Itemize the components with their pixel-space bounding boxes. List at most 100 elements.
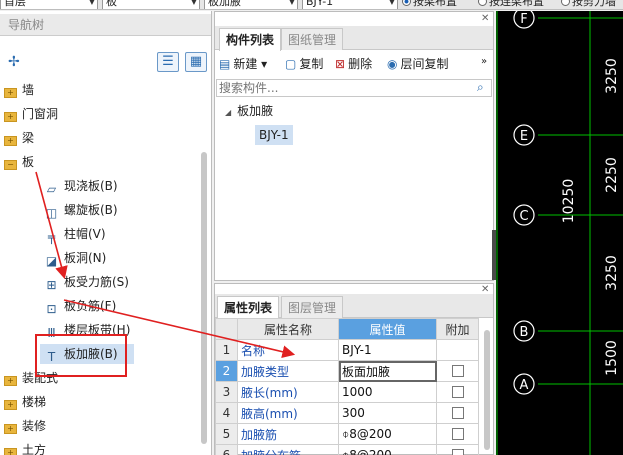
cast-slab-icon: ▱: [46, 182, 57, 196]
radio-icon: [561, 0, 570, 6]
radio-by-link-beam[interactable]: 按连梁布置: [478, 0, 544, 9]
nav-item-wall[interactable]: + 墙: [4, 80, 34, 100]
nav-item-label: 梁: [22, 131, 35, 145]
table-header: 属性名称 属性值 附加: [215, 318, 479, 340]
nav-item-label: 螺旋板(B): [64, 203, 118, 217]
nav-item-spiral-slab[interactable]: ◫ 螺旋板(B): [44, 200, 118, 220]
new-icon: ▤: [219, 57, 231, 71]
property-name: 加腋筋: [237, 423, 339, 445]
nav-item-slab-stress-rebar[interactable]: ⊞ 板受力筋(S): [44, 272, 129, 292]
nav-item-door-window[interactable]: + 门窗洞: [4, 104, 58, 124]
tab-layer-manager[interactable]: 图层管理: [281, 296, 344, 318]
radio-by-shear-wall-label: 按剪力墙: [572, 0, 616, 8]
row-number: 2: [215, 360, 238, 382]
header-index: [215, 318, 238, 340]
close-icon[interactable]: ✕: [481, 13, 489, 24]
nav-item-stairs[interactable]: + 楼梯: [4, 392, 46, 412]
table-row[interactable]: 1 名称 BJY-1: [215, 339, 479, 361]
row-number: 6: [215, 444, 238, 455]
nav-item-label: 现浇板(B): [64, 179, 118, 193]
nav-item-slab-hole[interactable]: ◪ 板洞(N): [44, 248, 107, 268]
nav-item-beam[interactable]: + 梁: [4, 128, 34, 148]
floor-copy-icon: ◉: [387, 57, 398, 71]
nav-scrollbar[interactable]: [201, 152, 207, 444]
row-number: 4: [215, 402, 238, 424]
spiral-slab-icon: ◫: [45, 206, 58, 220]
radio-by-shear-wall[interactable]: 按剪力墙: [561, 0, 616, 9]
tab-drawing-manager[interactable]: 图纸管理: [281, 28, 344, 50]
new-button-label: 新建: [233, 57, 258, 71]
nav-item-cast-slab[interactable]: ▱ 现浇板(B): [44, 176, 118, 196]
folder-icon: +: [4, 112, 17, 122]
dimension-text: 3250: [604, 58, 620, 94]
property-value[interactable]: 300: [338, 402, 437, 424]
floor-select[interactable]: 首层 ▼: [0, 0, 98, 9]
delete-button[interactable]: ⊠ 删除: [335, 54, 372, 74]
properties-table: 属性名称 属性值 附加 1 名称 BJY-1 2 加腋类型 板面加腋 3 腋长(…: [215, 318, 479, 455]
radio-by-beam[interactable]: 按梁布置: [402, 0, 457, 9]
property-name: 腋高(mm): [237, 402, 339, 424]
total-dimension-text: 10250: [561, 179, 577, 224]
extra-cell: [436, 339, 479, 361]
pin-icon[interactable]: ✢: [8, 54, 20, 70]
cad-canvas[interactable]: F E C B A 10250 3250 2250 3250 1500: [496, 11, 623, 455]
more-icon[interactable]: »: [481, 56, 487, 67]
detail-view-icon[interactable]: ▦: [185, 52, 207, 72]
nav-item-label: 楼梯: [22, 395, 47, 409]
property-name: 名称: [237, 339, 339, 361]
extra-checkbox[interactable]: [451, 365, 464, 377]
extra-checkbox[interactable]: [451, 428, 464, 440]
property-value-editing[interactable]: 板面加腋: [338, 360, 437, 382]
nav-item-label: 板受力筋(S): [64, 275, 129, 289]
extra-checkbox[interactable]: [451, 407, 464, 419]
extra-cell: [436, 423, 479, 445]
row-number: 1: [215, 339, 238, 361]
axis-label-b: B: [520, 325, 529, 340]
new-button[interactable]: ▤ 新建 ▾: [219, 54, 267, 74]
nav-item-decoration[interactable]: + 装修: [4, 416, 46, 436]
properties-scrollbar[interactable]: [484, 330, 490, 450]
axis-label-c: C: [519, 209, 528, 224]
floor-copy-button[interactable]: ◉ 层间复制: [387, 54, 449, 74]
property-value[interactable]: ⌽8@200: [338, 423, 437, 445]
axis-label-e: E: [520, 129, 528, 144]
extra-cell: [436, 402, 479, 424]
table-row[interactable]: 2 加腋类型 板面加腋: [215, 360, 479, 382]
component-select[interactable]: BJY-1 ▼: [302, 0, 398, 9]
extra-checkbox[interactable]: [451, 386, 464, 398]
nav-item-label: 土方: [22, 443, 47, 455]
nav-item-column-cap[interactable]: ╤ 柱帽(V): [44, 224, 106, 244]
tree-node-label: 板加腋: [237, 104, 274, 118]
folder-icon: +: [4, 448, 17, 455]
nav-item-slab-negative-rebar[interactable]: ⊡ 板负筋(F): [44, 296, 116, 316]
tree-node-haunch[interactable]: ◢ 板加腋: [225, 101, 273, 121]
radio-icon: [478, 0, 487, 6]
table-row[interactable]: 3 腋长(mm) 1000: [215, 381, 479, 403]
extra-checkbox[interactable]: [451, 449, 464, 455]
component-search-input[interactable]: [216, 79, 492, 97]
tree-node-bjy1[interactable]: BJY-1: [255, 125, 293, 145]
list-view-icon[interactable]: ☰: [157, 52, 179, 72]
dimension-text: 1500: [604, 340, 620, 376]
copy-button[interactable]: ▢ 复制: [285, 54, 323, 74]
properties-panel: ✕ 属性列表 图层管理 属性名称 属性值 附加 1 名称 BJY-1 2 加腋类…: [214, 283, 494, 455]
tab-component-list[interactable]: 构件列表: [219, 28, 282, 51]
type-select[interactable]: 板 ▼: [102, 0, 200, 9]
table-row[interactable]: 5 加腋筋 ⌽8@200: [215, 423, 479, 445]
delete-button-label: 删除: [348, 57, 373, 71]
table-row[interactable]: 6 加腋分布筋 ⌽8@200: [215, 444, 479, 455]
property-value[interactable]: BJY-1: [338, 339, 437, 361]
table-row[interactable]: 4 腋高(mm) 300: [215, 402, 479, 424]
property-value[interactable]: ⌽8@200: [338, 444, 437, 455]
search-icon[interactable]: ⌕: [477, 80, 484, 95]
property-name: 加腋类型: [237, 360, 339, 382]
tab-property-list[interactable]: 属性列表: [217, 296, 280, 319]
top-toolbar: 首层 ▼ 板 ▼ 板加腋 ▼ BJY-1 ▼ 按梁布置 按连梁布置 按剪力墙: [0, 0, 623, 10]
floor-copy-button-label: 层间复制: [400, 57, 449, 71]
property-value[interactable]: 1000: [338, 381, 437, 403]
nav-item-earthwork[interactable]: + 土方: [4, 440, 46, 455]
subtype-select[interactable]: 板加腋 ▼: [204, 0, 298, 9]
nav-item-slab[interactable]: − 板: [4, 152, 34, 172]
extra-cell: [436, 381, 479, 403]
nav-item-label: 柱帽(V): [64, 227, 106, 241]
